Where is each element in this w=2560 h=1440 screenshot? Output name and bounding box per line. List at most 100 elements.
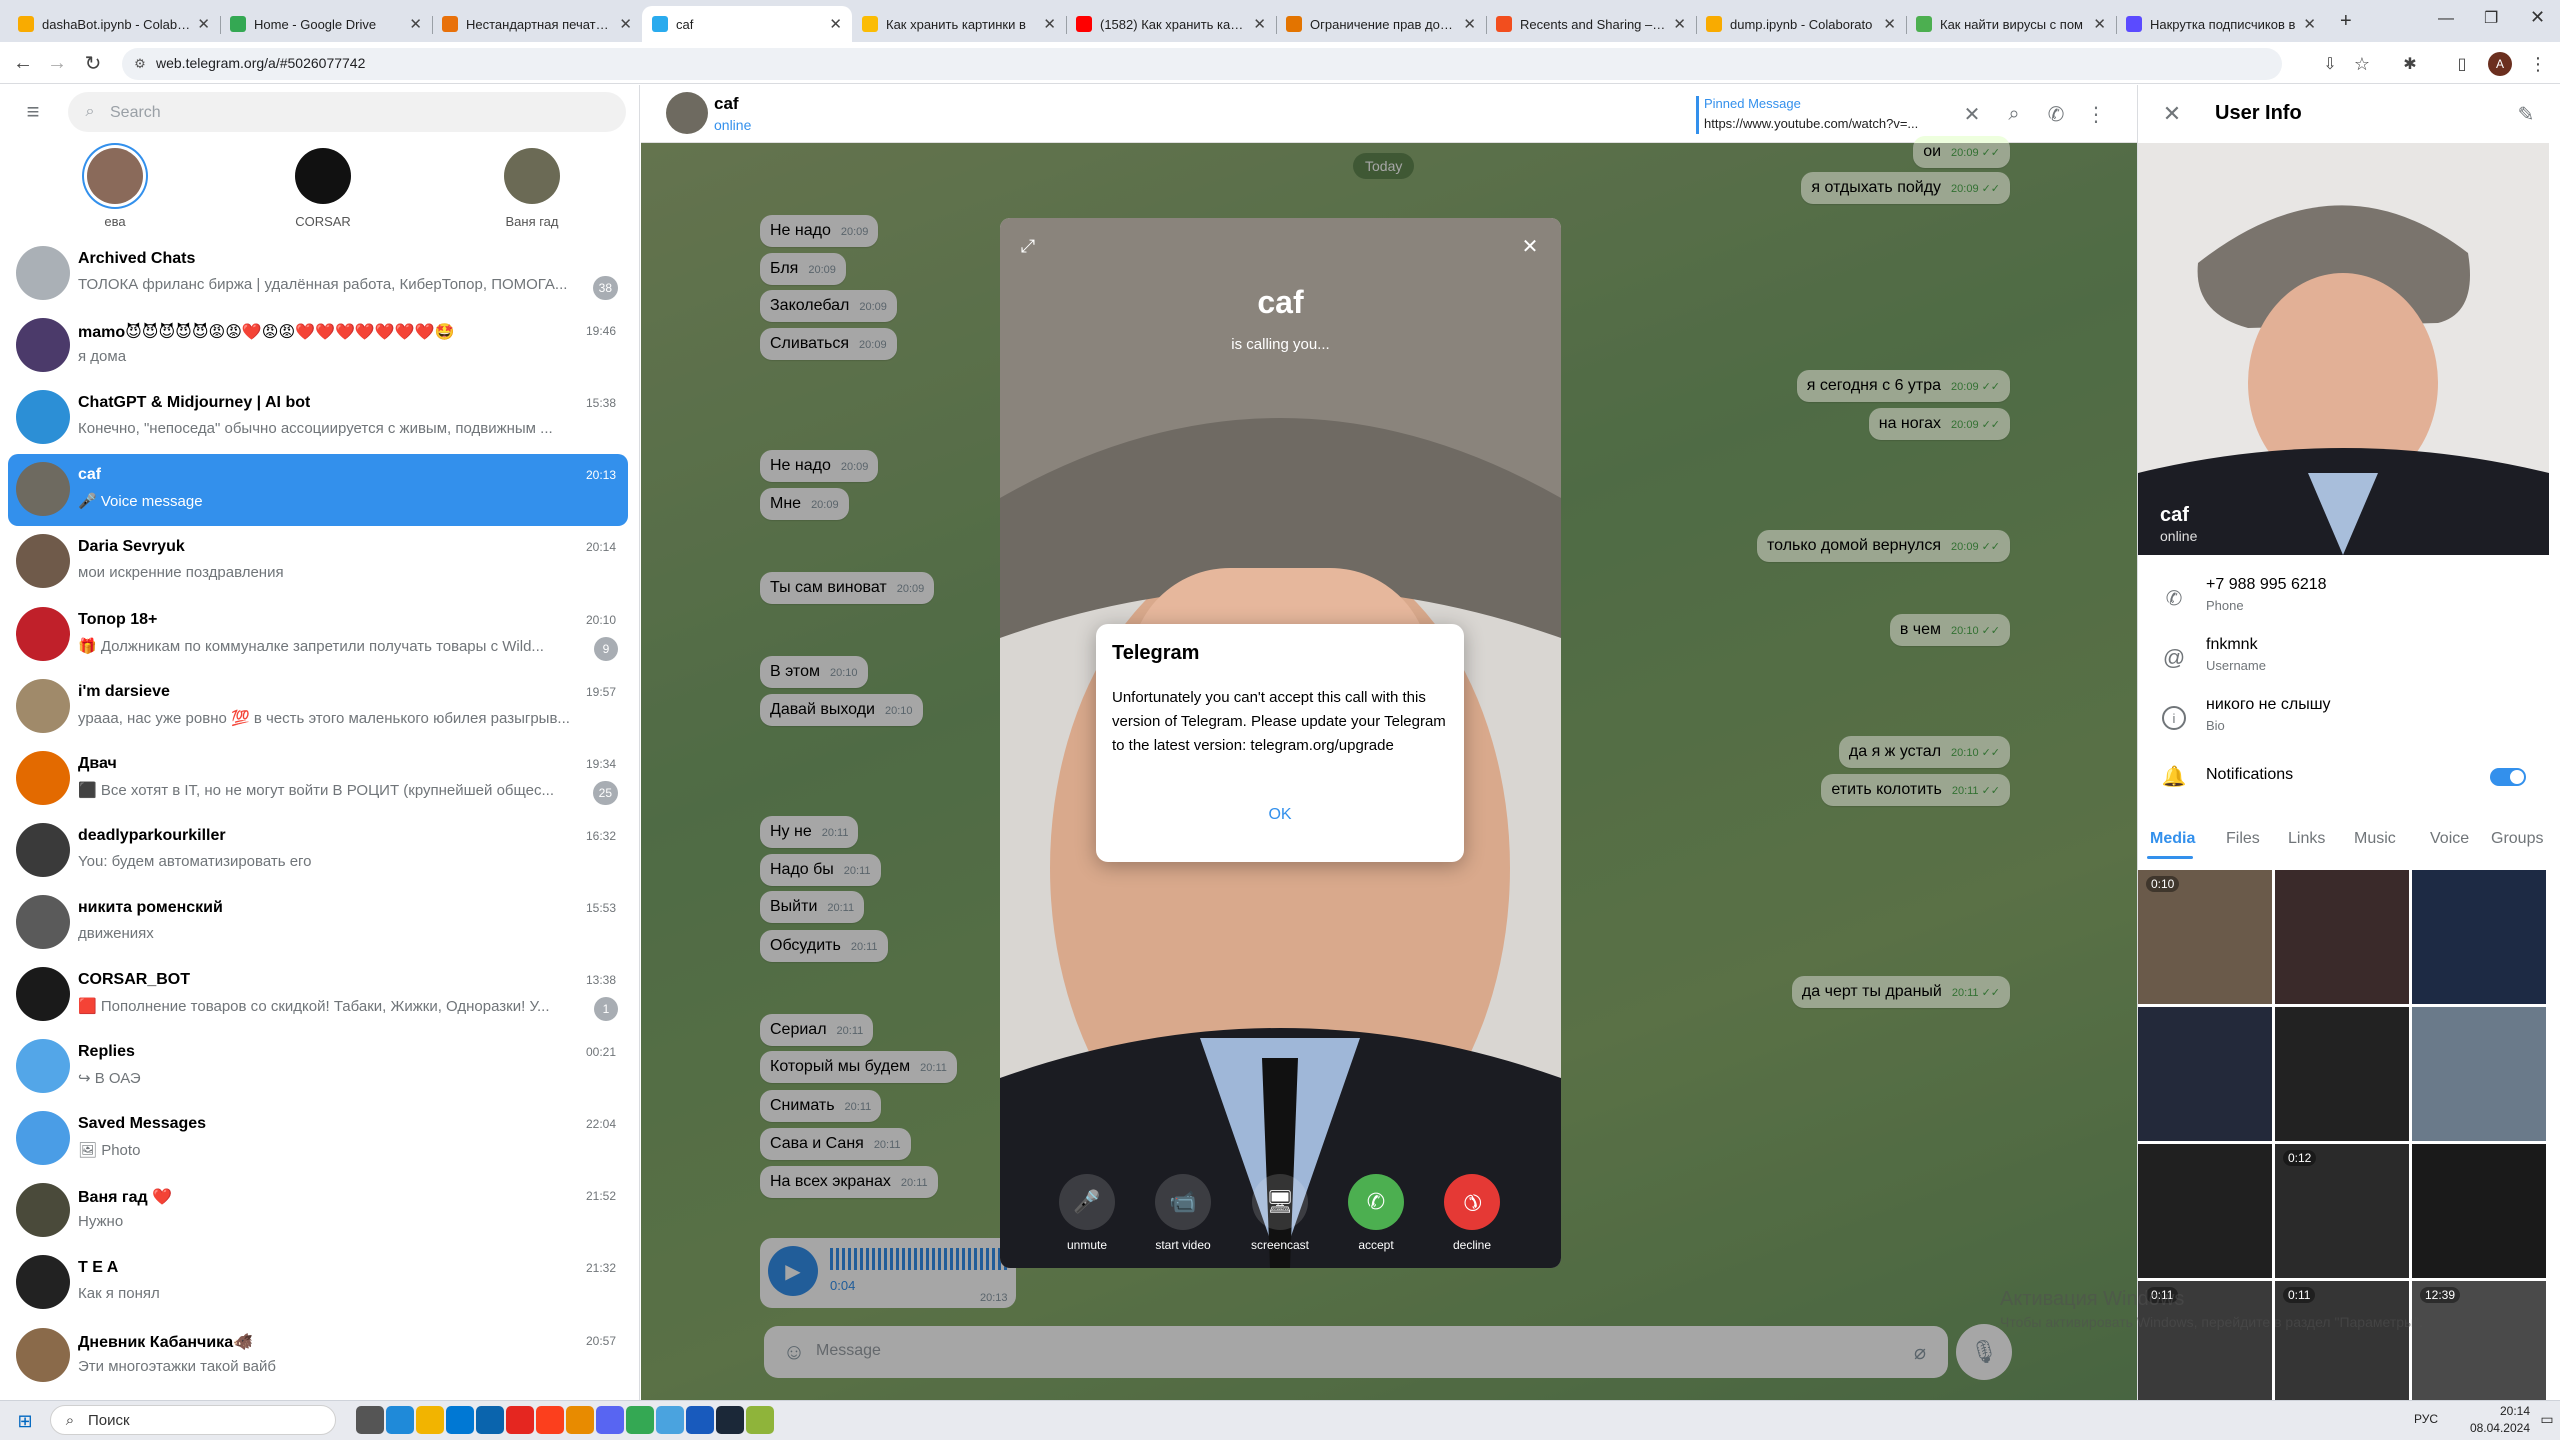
browser-tab[interactable]: Как хранить картинки в ✕	[852, 6, 1066, 42]
chat-list-item[interactable]: deadlyparkourkiller You: будем автоматизи…	[8, 815, 628, 887]
media-thumbnail[interactable]: 0:12	[2275, 1144, 2409, 1278]
tab-close-icon[interactable]: ✕	[1463, 15, 1476, 33]
profile-photo[interactable]	[2138, 143, 2549, 555]
info-phone[interactable]: +7 988 995 6218 Phone	[2206, 576, 2327, 613]
paint-icon[interactable]	[746, 1406, 774, 1434]
media-thumbnail[interactable]: 12:39	[2412, 1281, 2546, 1415]
media-tab-groups[interactable]: Groups	[2491, 830, 2543, 848]
close-window-button[interactable]: ✕	[2530, 7, 2545, 28]
media-tab-files[interactable]: Files	[2226, 830, 2260, 848]
call-decline-button[interactable]: ✆ decline	[1432, 1162, 1512, 1252]
yandex-icon[interactable]	[536, 1406, 564, 1434]
reload-icon[interactable]: ↻	[80, 50, 106, 76]
pinned-text[interactable]: https://www.youtube.com/watch?v=...	[1704, 116, 1942, 131]
fullscreen-icon[interactable]: ⤢	[1016, 234, 1040, 258]
browser-tab[interactable]: dashaBot.ipynb - Colabora ✕	[8, 6, 220, 42]
edit-pencil-icon[interactable]: ✎	[2514, 102, 2538, 126]
chat-list-item[interactable]: никита роменский движениях 15:53	[8, 887, 628, 959]
chat-list-item[interactable]: Saved Messages 🖼 Photo 22:04	[8, 1103, 628, 1175]
media-thumbnail[interactable]: 0:10	[2138, 870, 2272, 1004]
chat-search-icon[interactable]: ⌕	[2002, 102, 2026, 126]
tab-close-icon[interactable]: ✕	[829, 15, 842, 33]
chat-list-item[interactable]: Ваня гад ❤️ Нужно 21:52	[8, 1175, 628, 1247]
taskbar-search-text[interactable]: Поиск	[88, 1412, 130, 1429]
browser-tab[interactable]: Home - Google Drive ✕	[220, 6, 432, 42]
file-explorer-icon[interactable]	[416, 1406, 444, 1434]
media-thumbnail[interactable]	[2412, 870, 2546, 1004]
chat-list-item[interactable]: T E A Как я понял 21:32	[8, 1247, 628, 1319]
clock-date[interactable]: 08.04.2024	[2440, 1421, 2530, 1435]
notifications-toggle[interactable]	[2490, 768, 2526, 786]
omnibox[interactable]	[122, 48, 2282, 80]
chat-list-item[interactable]: Дневник Кабанчика🐗 Эти многоэтажки такой …	[8, 1320, 628, 1392]
chrome-icon[interactable]	[626, 1406, 654, 1434]
chat-more-icon[interactable]: ⋮	[2086, 102, 2106, 126]
story-item[interactable]: CORSAR	[263, 148, 383, 229]
media-thumbnail[interactable]	[2138, 1144, 2272, 1278]
steam-icon[interactable]	[716, 1406, 744, 1434]
call-accept-button[interactable]: ✆ accept	[1336, 1174, 1416, 1252]
media-thumbnail[interactable]	[2412, 1144, 2546, 1278]
url-text[interactable]: web.telegram.org/a/#5026077742	[156, 55, 365, 71]
mail-icon[interactable]	[476, 1406, 504, 1434]
tab-close-icon[interactable]: ✕	[1883, 15, 1896, 33]
pinned-title[interactable]: Pinned Message	[1704, 96, 1801, 111]
dialog-ok-button[interactable]: OK	[1254, 806, 1306, 824]
chat-list-item[interactable]: Replies ↪ В ОАЭ 00:21	[8, 1031, 628, 1103]
phone-call-icon[interactable]: ✆	[2044, 102, 2068, 126]
yandex-browser-icon[interactable]	[506, 1406, 534, 1434]
browser-tab[interactable]: Recents and Sharing – Fig ✕	[1486, 6, 1696, 42]
browser-tab[interactable]: dump.ipynb - Colaborato ✕	[1696, 6, 1906, 42]
browser-tab[interactable]: Ограничение прав досту ✕	[1276, 6, 1486, 42]
close-call-icon[interactable]: ✕	[1518, 234, 1542, 258]
browser-tab[interactable]: (1582) Как хранить карти ✕	[1066, 6, 1276, 42]
media-tab-music[interactable]: Music	[2354, 830, 2396, 848]
chat-list-item[interactable]: Двач ⬛ Все хотят в IT, но не могут войти …	[8, 743, 628, 815]
minimize-button[interactable]: —	[2438, 10, 2454, 28]
chat-list-item[interactable]: Archived Chats ТОЛОКА фриланс биржа | уда…	[8, 238, 628, 310]
back-icon[interactable]: ←	[10, 50, 36, 76]
search-placeholder[interactable]: Search	[110, 104, 161, 122]
notification-center-icon[interactable]: ▭	[2538, 1410, 2556, 1428]
chat-list-item[interactable]: mamo😈😈😈😈😈😡😡❤️😡😡❤️❤️❤️❤️❤️❤️❤️🤩 я дома 19:4…	[8, 310, 628, 382]
windows-start-icon[interactable]: ⊞	[14, 1410, 36, 1432]
story-item[interactable]: ева	[55, 148, 175, 229]
edge-icon[interactable]	[386, 1406, 414, 1434]
tab-close-icon[interactable]: ✕	[1673, 15, 1686, 33]
chat-header-avatar[interactable]	[666, 92, 708, 134]
maximize-button[interactable]: ❐	[2484, 8, 2498, 28]
tab-close-icon[interactable]: ✕	[1253, 15, 1266, 33]
media-thumbnail[interactable]	[2412, 1007, 2546, 1141]
close-info-icon[interactable]: ✕	[2160, 101, 2184, 126]
extensions-icon[interactable]: ✱	[2398, 52, 2422, 76]
call-start-video-button[interactable]: 📹 start video	[1143, 1174, 1223, 1252]
media-tab-links[interactable]: Links	[2288, 830, 2325, 848]
input-language[interactable]: РУС	[2414, 1412, 2438, 1426]
media-thumbnail[interactable]: 0:11	[2275, 1281, 2409, 1415]
task-view-icon[interactable]	[356, 1406, 384, 1434]
site-info-icon[interactable]: ⚙	[132, 55, 148, 73]
word-icon[interactable]	[686, 1406, 714, 1434]
chat-list-item[interactable]: ChatGPT & Midjourney | AI bot Конечно, "н…	[8, 382, 628, 454]
profile-avatar[interactable]: A	[2488, 52, 2512, 76]
chat-list-item[interactable]: CORSAR_BOT 🟥 Пополнение товаров со скидко…	[8, 959, 628, 1031]
browser-tab[interactable]: Накрутка подписчиков в ✕	[2116, 6, 2326, 42]
info-bio[interactable]: никого не слышу Bio	[2206, 696, 2331, 733]
media-thumbnail[interactable]	[2138, 1007, 2272, 1141]
browser-tab[interactable]: caf ✕	[642, 6, 852, 42]
call-screencast-button[interactable]: 🖥 screencast	[1240, 1174, 1320, 1252]
chat-list-item[interactable]: caf 🎤 Voice message 20:13	[8, 454, 628, 527]
browser-tab[interactable]: Нестандартная печатная ✕	[432, 6, 642, 42]
hamburger-menu-icon[interactable]: ≡	[20, 99, 46, 124]
media-tab-media[interactable]: Media	[2150, 830, 2195, 848]
browser-tab[interactable]: Как найти вирусы с пом ✕	[1906, 6, 2116, 42]
chat-list-item[interactable]: Daria Sevryuk мои искренние поздравления 2…	[8, 526, 628, 598]
discord-icon[interactable]	[596, 1406, 624, 1434]
call-unmute-button[interactable]: 🎤 unmute	[1047, 1174, 1127, 1252]
store-icon[interactable]	[446, 1406, 474, 1434]
install-icon[interactable]: ⇩	[2318, 52, 2342, 76]
new-tab-button[interactable]: +	[2340, 10, 2352, 33]
menu-kebab-icon[interactable]: ⋮	[2528, 52, 2548, 76]
media-thumbnail[interactable]	[2275, 870, 2409, 1004]
side-panel-icon[interactable]: ▯	[2450, 52, 2474, 76]
